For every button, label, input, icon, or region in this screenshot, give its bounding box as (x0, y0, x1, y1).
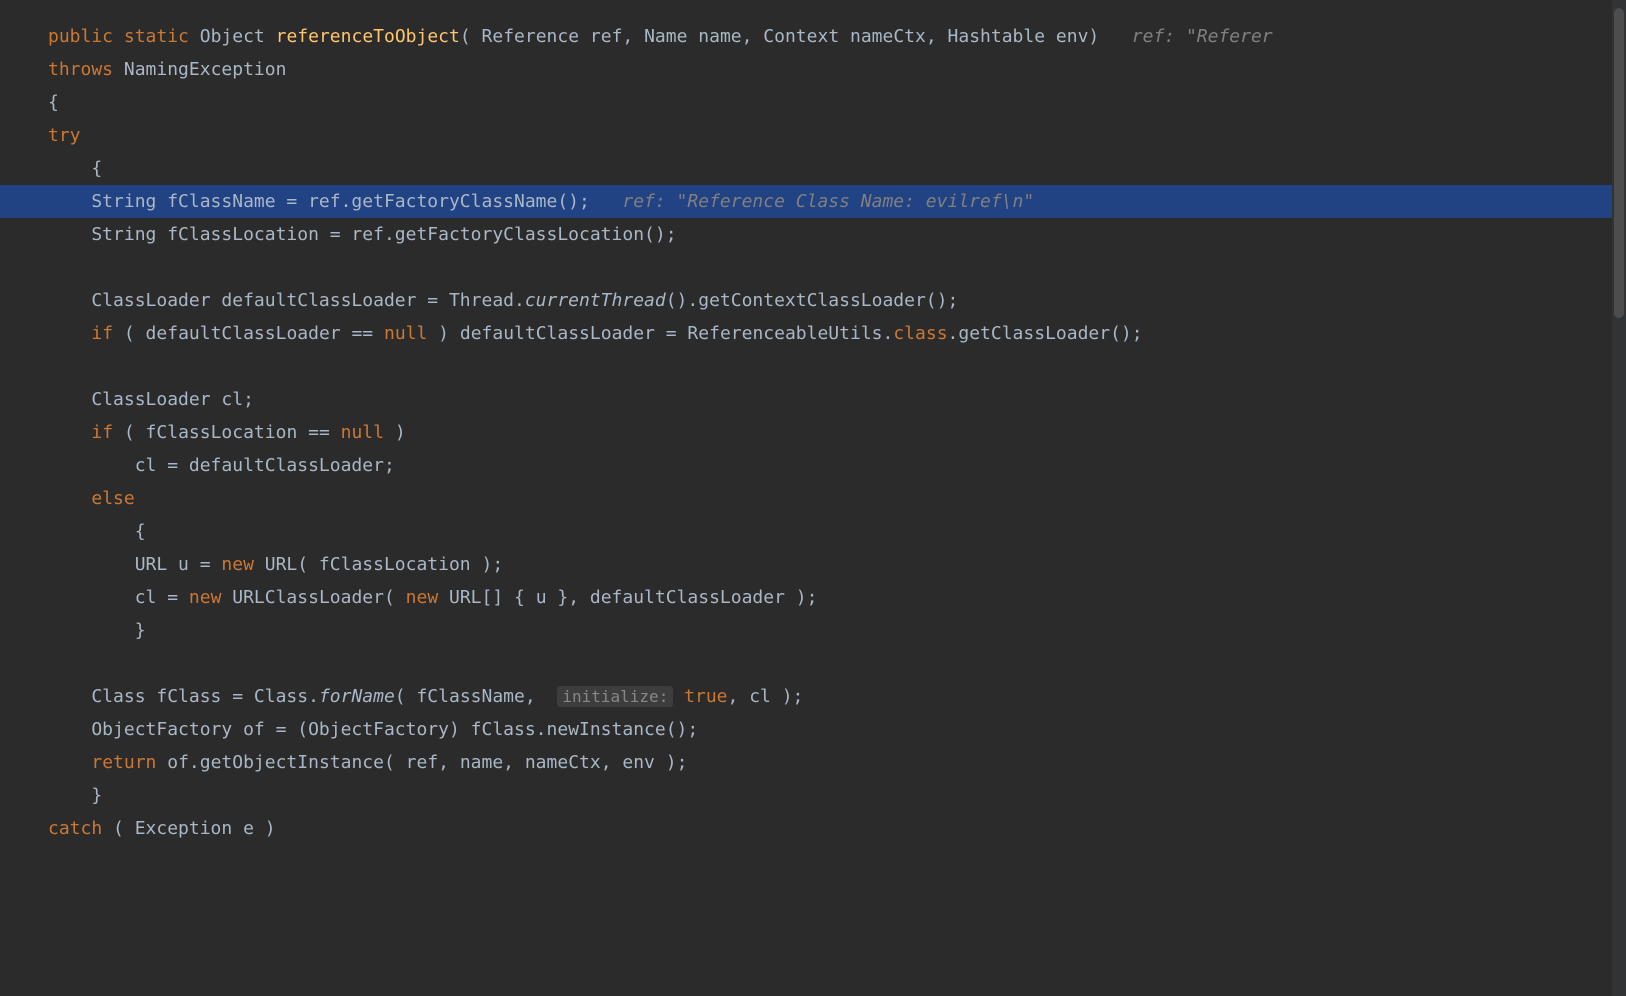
code-text: ) defaultClassLoader = ReferenceableUtil… (427, 323, 893, 344)
code-line-blank[interactable] (0, 647, 1626, 680)
code-line-blank[interactable] (0, 350, 1626, 383)
code-line[interactable]: else (0, 482, 1626, 515)
code-line[interactable]: URL u = new URL( fClassLocation ); (0, 548, 1626, 581)
code-text: ( fClassLocation == (113, 422, 341, 443)
code-line[interactable]: cl = defaultClassLoader; (0, 449, 1626, 482)
return-type: Object (200, 26, 265, 47)
code-line[interactable]: String fClassLocation = ref.getFactoryCl… (0, 218, 1626, 251)
keyword-else: else (91, 488, 134, 509)
code-text: URL[] { u }, defaultClassLoader ); (438, 587, 817, 608)
brace: { (48, 521, 146, 542)
static-method: currentThread (525, 290, 666, 311)
scrollbar-track[interactable] (1612, 0, 1626, 996)
exception-type: NamingException (124, 59, 287, 80)
code-text: ) (384, 422, 406, 443)
code-line[interactable]: ObjectFactory of = (ObjectFactory) fClas… (0, 713, 1626, 746)
params: ( Reference ref, Name name, Context name… (460, 26, 1099, 47)
method-name: referenceToObject (276, 26, 460, 47)
code-line[interactable]: if ( defaultClassLoader == null ) defaul… (0, 317, 1626, 350)
code-text: URLClassLoader( (221, 587, 405, 608)
code-editor[interactable]: public static Object referenceToObject( … (0, 0, 1626, 845)
brace: { (48, 158, 102, 179)
code-text: ClassLoader cl; (48, 389, 254, 410)
code-line[interactable]: cl = new URLClassLoader( new URL[] { u }… (0, 581, 1626, 614)
scrollbar-thumb[interactable] (1614, 8, 1624, 318)
code-text: of.getObjectInstance( ref, name, nameCtx… (156, 752, 687, 773)
code-line[interactable]: { (0, 515, 1626, 548)
code-text: ().getContextClassLoader(); (666, 290, 959, 311)
keyword-if: if (91, 323, 113, 344)
code-line[interactable]: } (0, 614, 1626, 647)
brace: { (48, 92, 59, 113)
code-text: ( fClassName, (395, 686, 547, 707)
code-text: String fClassName = ref.getFactoryClassN… (48, 191, 590, 212)
keyword-new: new (406, 587, 439, 608)
keyword-true: true (684, 686, 727, 707)
code-line[interactable]: public static Object referenceToObject( … (0, 20, 1626, 53)
code-line[interactable]: return of.getObjectInstance( ref, name, … (0, 746, 1626, 779)
code-line[interactable]: ClassLoader cl; (0, 383, 1626, 416)
keyword-null: null (341, 422, 384, 443)
inline-hint: ref: "Reference Class Name: evilref\n" (622, 191, 1034, 212)
keyword-public: public (48, 26, 113, 47)
code-line[interactable]: try (0, 119, 1626, 152)
param-hint: initialize: (557, 686, 673, 707)
code-line[interactable]: { (0, 86, 1626, 119)
code-text: ( defaultClassLoader == (113, 323, 384, 344)
code-text: ObjectFactory of = (ObjectFactory) fClas… (48, 719, 698, 740)
code-text: String fClassLocation = ref.getFactoryCl… (48, 224, 677, 245)
inline-hint: ref: "Referer (1132, 26, 1273, 47)
static-method: forName (319, 686, 395, 707)
keyword-throws: throws (48, 59, 113, 80)
code-line[interactable]: if ( fClassLocation == null ) (0, 416, 1626, 449)
code-line[interactable]: throws NamingException (0, 53, 1626, 86)
code-text: cl = defaultClassLoader; (48, 455, 395, 476)
code-text: Class fClass = Class. (48, 686, 319, 707)
code-line-blank[interactable] (0, 251, 1626, 284)
code-line[interactable]: Class fClass = Class.forName( fClassName… (0, 680, 1626, 713)
code-line[interactable]: } (0, 779, 1626, 812)
keyword-catch: catch (48, 818, 102, 839)
keyword-if: if (91, 422, 113, 443)
code-text: ( Exception e ) (102, 818, 275, 839)
code-line-highlighted[interactable]: String fClassName = ref.getFactoryClassN… (0, 185, 1626, 218)
brace: } (48, 620, 146, 641)
code-line[interactable]: catch ( Exception e ) (0, 812, 1626, 845)
keyword-return: return (91, 752, 156, 773)
brace: } (48, 785, 102, 806)
keyword-new: new (221, 554, 254, 575)
code-text: , cl ); (728, 686, 804, 707)
code-text: .getClassLoader(); (948, 323, 1143, 344)
code-text: ClassLoader defaultClassLoader = Thread. (48, 290, 525, 311)
keyword-class: class (893, 323, 947, 344)
code-text: URL( fClassLocation ); (254, 554, 503, 575)
code-text: cl = (48, 587, 189, 608)
code-text: URL u = (48, 554, 221, 575)
code-line[interactable]: { (0, 152, 1626, 185)
keyword-null: null (384, 323, 427, 344)
code-line[interactable]: ClassLoader defaultClassLoader = Thread.… (0, 284, 1626, 317)
keyword-new: new (189, 587, 222, 608)
keyword-static: static (124, 26, 189, 47)
keyword-try: try (48, 125, 81, 146)
